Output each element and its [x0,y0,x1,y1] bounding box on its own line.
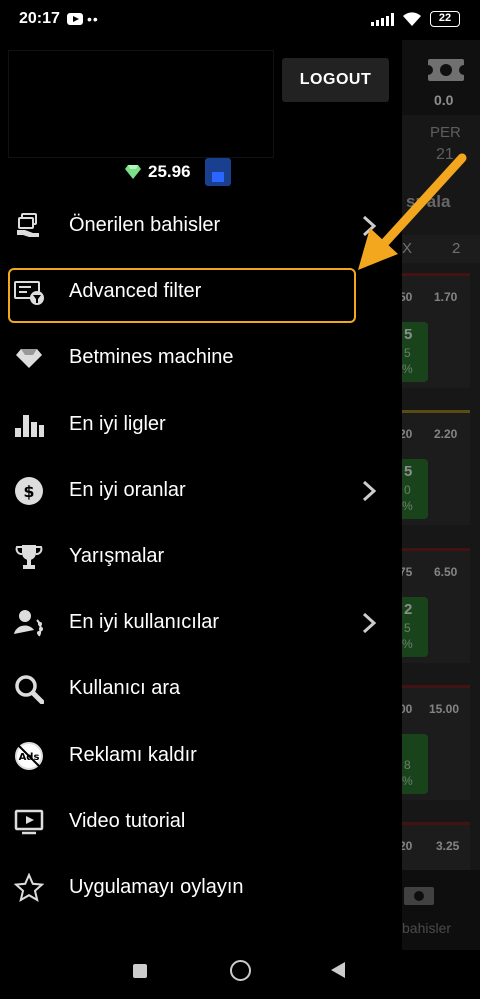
more-notifications-icon: •• [87,11,99,27]
money-bag-icon: $ [12,474,46,508]
signal-icon [371,12,394,26]
back-button[interactable] [331,962,345,978]
recents-button[interactable] [133,964,147,978]
menu-item-label: Uygulamayı oylayın [69,875,244,898]
avatar[interactable] [204,158,231,186]
chevron-right-icon [362,480,377,501]
menu-item-label: En iyi oranlar [69,478,186,501]
menu-item-label: Önerilen bahisler [69,214,221,236]
menu-item-video-tutorial[interactable]: Video tutorial [0,790,402,856]
youtube-icon [67,13,83,25]
drawer-menu: Önerilen bahisler Advanced filter Betmin… [0,194,402,922]
menu-item-yarismalar[interactable]: Yarışmalar [0,525,402,591]
menu-item-label: Kullanıcı ara [69,677,181,700]
notification-icons: •• [67,11,99,27]
diamond-icon [12,341,46,375]
menu-item-label: Reklamı kaldır [69,743,197,766]
menu-item-label: Yarışmalar [69,544,165,567]
menu-item-uygulamayi-oylayin[interactable]: Uygulamayı oylayın [0,856,402,922]
trophy-icon [12,540,46,574]
svg-text:Ads: Ads [19,752,40,763]
user-laurel-icon [12,606,46,640]
status-time: 20:17 [19,10,60,27]
menu-item-betmines-machine[interactable]: Betmines machine [0,326,402,392]
logout-button[interactable]: LOGOUT [282,58,389,102]
menu-item-reklami-kaldir[interactable]: Ads Reklamı kaldır [0,724,402,790]
menu-item-label: Betmines machine [69,346,234,369]
star-icon [12,871,46,905]
balance-amount: 25.96 [148,162,191,181]
menu-item-en-iyi-kullanicilar[interactable]: En iyi kullanıcılar [0,591,402,657]
battery-icon: 22 [430,11,460,27]
annotation-arrow-icon [358,153,467,270]
home-button[interactable] [230,960,251,981]
status-bar: 20:17 •• 22 [0,0,480,40]
menu-item-en-iyi-ligler[interactable]: En iyi ligler [0,393,402,459]
wifi-icon [403,11,421,26]
money-hand-icon [12,209,46,243]
search-icon [12,672,46,706]
video-icon [12,805,46,839]
menu-item-label: Video tutorial [69,809,186,832]
chevron-right-icon [362,613,377,634]
system-nav-bar [0,950,480,999]
balance-row: 25.96 [124,158,231,186]
menu-item-label: En iyi kullanıcılar [69,611,220,634]
svg-text:$: $ [23,482,34,501]
system-icons: 22 [371,11,460,27]
bar-chart-icon [12,408,46,442]
menu-item-label: Advanced filter [69,280,202,303]
menu-item-kullanici-ara[interactable]: Kullanıcı ara [0,657,402,723]
menu-item-en-iyi-oranlar[interactable]: $ En iyi oranlar [0,459,402,525]
no-ads-icon: Ads [12,739,46,773]
diamond-icon [125,165,141,179]
menu-item-label: En iyi ligler [69,412,166,435]
profile-banner [8,50,274,158]
filter-icon [12,275,46,309]
